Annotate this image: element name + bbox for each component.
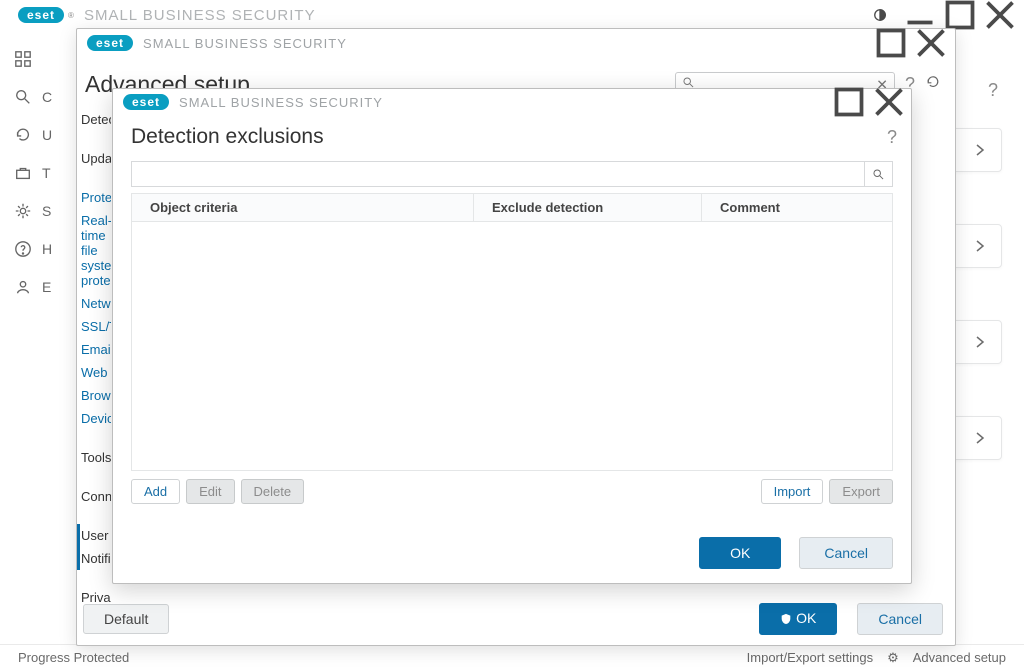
eset-logo: eset <box>18 7 64 23</box>
dlg-titlebar: eset SMALL BUSINESS SECURITY <box>113 89 911 115</box>
product-name-adv: SMALL BUSINESS SECURITY <box>143 36 347 51</box>
advanced-setup-link[interactable]: Advanced setup <box>913 650 1006 665</box>
product-name-dlg: SMALL BUSINESS SECURITY <box>179 95 383 110</box>
search-icon[interactable] <box>865 161 893 187</box>
col-object-criteria[interactable]: Object criteria <box>132 194 474 221</box>
dlg-ok-button[interactable]: OK <box>699 537 781 569</box>
dlg-footer: OK Cancel <box>699 537 893 569</box>
maximize-icon[interactable] <box>829 88 869 116</box>
registered-mark: ® <box>68 11 74 20</box>
side-item-device[interactable]: Device control <box>81 407 111 430</box>
rail-setup[interactable]: S <box>0 192 75 230</box>
adv-titlebar: eset SMALL BUSINESS SECURITY <box>77 29 955 57</box>
exclusions-table: Object criteria Exclude detection Commen… <box>131 193 893 471</box>
dlg-title: Detection exclusions <box>131 125 324 149</box>
close-icon[interactable] <box>869 88 909 116</box>
adv-ok-button[interactable]: OK <box>759 603 837 635</box>
status-text: Progress Protected <box>18 650 129 665</box>
gear-icon <box>14 202 32 220</box>
chevron-right-icon <box>973 335 987 349</box>
col-comment[interactable]: Comment <box>702 194 892 221</box>
adv-footer: Default OK Cancel <box>83 603 943 635</box>
rail-label: S <box>42 203 51 219</box>
close-icon[interactable] <box>911 29 951 57</box>
dlg-search-input[interactable] <box>131 161 865 187</box>
rail-label: T <box>42 165 51 181</box>
add-button[interactable]: Add <box>131 479 180 504</box>
briefcase-icon <box>14 164 32 182</box>
side-item-web[interactable]: Web access protection <box>81 361 111 384</box>
import-button[interactable]: Import <box>761 479 824 504</box>
dlg-toolbar: Add Edit Delete Import Export <box>131 479 893 504</box>
rail-dashboard[interactable] <box>0 40 75 78</box>
rail-account[interactable]: E <box>0 268 75 306</box>
rail-search[interactable]: C <box>0 78 75 116</box>
dlg-cancel-button[interactable]: Cancel <box>799 537 893 569</box>
table-header: Object criteria Exclude detection Commen… <box>132 194 892 222</box>
side-item-tools[interactable]: Tools <box>81 446 111 469</box>
adv-cancel-button[interactable]: Cancel <box>857 603 943 635</box>
help-icon <box>14 240 32 258</box>
dlg-body: Object criteria Exclude detection Commen… <box>113 161 911 504</box>
left-nav-rail: C U T S H E <box>0 40 75 306</box>
rail-label: H <box>42 241 52 257</box>
product-name-main: SMALL BUSINESS SECURITY <box>84 7 316 24</box>
side-item-email[interactable]: Email client protection <box>81 338 111 361</box>
chevron-right-icon <box>973 239 987 253</box>
default-button[interactable]: Default <box>83 604 169 634</box>
dlg-search-row <box>131 161 893 187</box>
dlg-window-controls <box>829 88 909 116</box>
detection-exclusions-dialog: eset SMALL BUSINESS SECURITY Detection e… <box>112 88 912 584</box>
rail-help[interactable]: H <box>0 230 75 268</box>
help-icon[interactable]: ? <box>887 127 897 148</box>
adv-sidebar: Detection engine Update Protections Real… <box>77 102 111 614</box>
rail-update[interactable]: U <box>0 116 75 154</box>
col-exclude-detection[interactable]: Exclude detection <box>474 194 702 221</box>
rail-tools[interactable]: T <box>0 154 75 192</box>
chevron-right-icon <box>973 431 987 445</box>
edit-button[interactable]: Edit <box>186 479 234 504</box>
user-icon <box>14 278 32 296</box>
side-item-browser[interactable]: Browser protection <box>81 384 111 407</box>
rail-label: E <box>42 279 51 295</box>
close-icon[interactable] <box>980 1 1020 29</box>
shield-icon <box>780 612 792 628</box>
side-item-ssl[interactable]: SSL/TLS <box>81 315 111 338</box>
rail-label: U <box>42 127 52 143</box>
side-item-realtime[interactable]: Real-time file system protection <box>81 209 111 292</box>
maximize-icon[interactable] <box>871 29 911 57</box>
rail-label: C <box>42 89 52 105</box>
adv-window-controls <box>871 29 951 57</box>
import-export-link[interactable]: Import/Export settings <box>747 650 873 665</box>
delete-button[interactable]: Delete <box>241 479 305 504</box>
eset-logo: eset <box>123 94 169 110</box>
chevron-right-icon <box>973 143 987 157</box>
side-item-detection[interactable]: Detection engine <box>81 108 111 131</box>
side-item-update[interactable]: Update <box>81 147 111 170</box>
status-bar: Progress Protected Import/Export setting… <box>0 644 1024 670</box>
side-item-network[interactable]: Network protection <box>81 292 111 315</box>
eset-logo: eset <box>87 35 133 51</box>
refresh-icon <box>14 126 32 144</box>
side-item-notifications[interactable]: Notifications <box>81 547 111 570</box>
side-item-ui[interactable]: User interface <box>81 524 111 547</box>
history-icon[interactable] <box>925 74 941 95</box>
dlg-header: Detection exclusions ? <box>113 115 911 161</box>
help-icon[interactable]: ? <box>988 80 998 101</box>
search-icon <box>14 88 32 106</box>
export-button[interactable]: Export <box>829 479 893 504</box>
side-item-connectivity[interactable]: Connectivity <box>81 485 111 508</box>
gear-icon: ⚙ <box>887 650 899 666</box>
side-item-protections[interactable]: Protections <box>81 186 111 209</box>
